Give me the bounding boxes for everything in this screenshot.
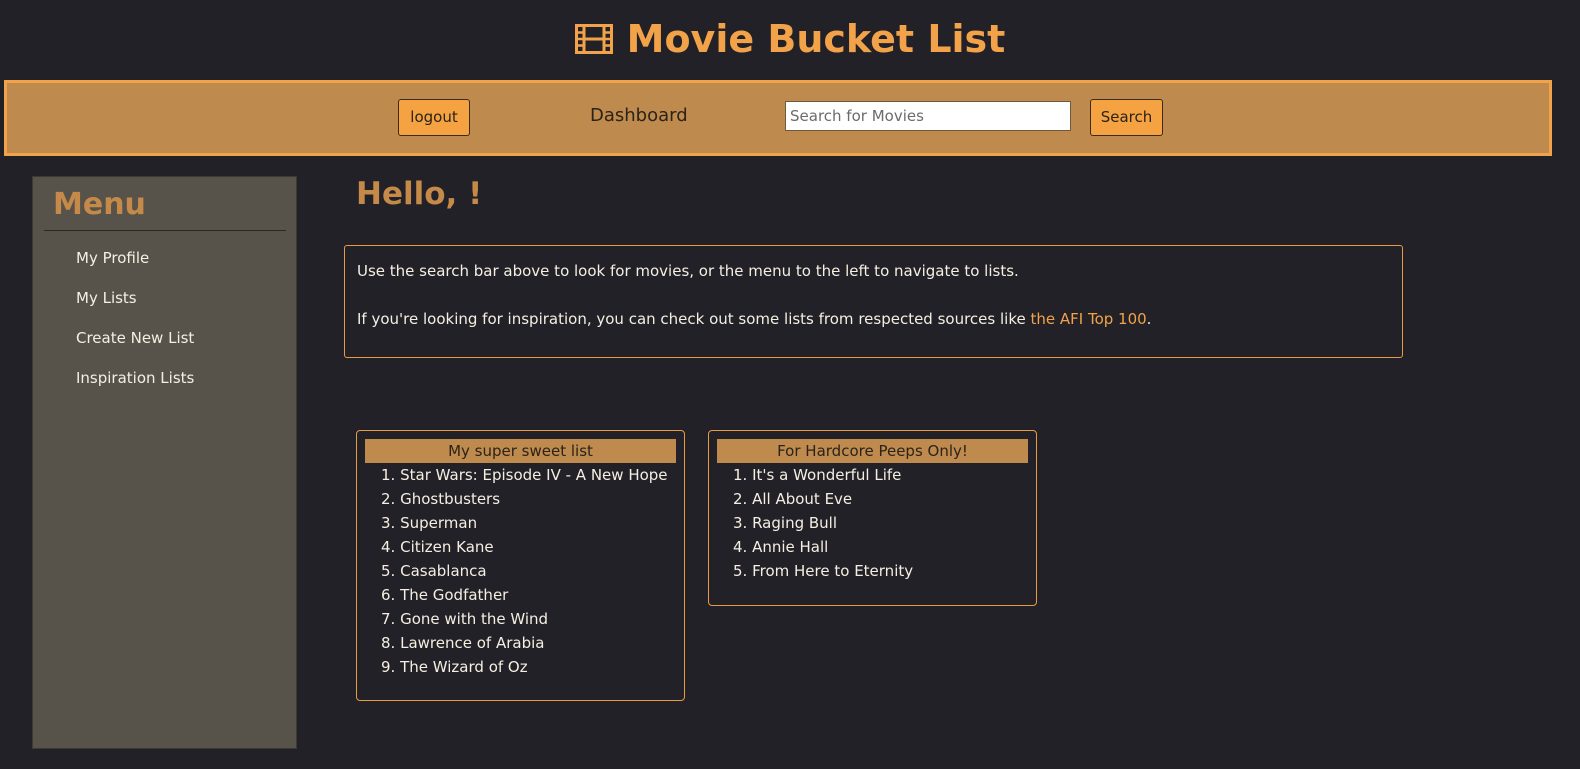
logout-button[interactable]: logout xyxy=(398,99,470,136)
movie-list-item[interactable]: 3. Superman xyxy=(381,511,668,535)
search-button[interactable]: Search xyxy=(1090,99,1163,136)
movie-title: Casablanca xyxy=(400,562,487,580)
menu-heading: Menu xyxy=(53,187,146,222)
movie-number: 6. xyxy=(381,586,401,604)
movie-title: Lawrence of Arabia xyxy=(400,634,545,652)
movie-title: Ghostbusters xyxy=(400,490,501,508)
movie-number: 2. xyxy=(733,490,753,508)
movie-title: From Here to Eternity xyxy=(752,562,914,580)
movie-number: 2. xyxy=(381,490,401,508)
movie-list-item[interactable]: 1. Star Wars: Episode IV - A New Hope xyxy=(381,463,668,487)
movie-number: 3. xyxy=(381,514,401,532)
movie-number: 1. xyxy=(381,466,401,484)
sidebar-item-my-profile[interactable]: My Profile xyxy=(76,249,149,267)
movie-title: Annie Hall xyxy=(752,538,829,556)
movie-list-item[interactable]: 2. All About Eve xyxy=(733,487,913,511)
movie-number: 1. xyxy=(733,466,753,484)
info-box: Use the search bar above to look for mov… xyxy=(344,245,1403,358)
navbar: logout Dashboard Search xyxy=(4,80,1552,156)
movie-title: It's a Wonderful Life xyxy=(752,466,902,484)
movie-number: 7. xyxy=(381,610,401,628)
movie-number: 3. xyxy=(733,514,753,532)
info-text-line2: If you're looking for inspiration, you c… xyxy=(357,310,1151,328)
movie-number: 9. xyxy=(381,658,401,676)
movie-list-item[interactable]: 5. Casablanca xyxy=(381,559,668,583)
movie-list-item[interactable]: 1. It's a Wonderful Life xyxy=(733,463,913,487)
movie-number: 4. xyxy=(733,538,753,556)
list-card: For Hardcore Peeps Only! 1. It's a Wonde… xyxy=(708,430,1037,606)
movie-list-item[interactable]: 5. From Here to Eternity xyxy=(733,559,913,583)
app-title-text: Movie Bucket List xyxy=(626,17,1006,61)
movie-list-item[interactable]: 7. Gone with the Wind xyxy=(381,607,668,631)
sidebar-menu: Menu My Profile My Lists Create New List… xyxy=(32,176,297,749)
movie-list-item[interactable]: 2. Ghostbusters xyxy=(381,487,668,511)
movie-title: Citizen Kane xyxy=(400,538,494,556)
movie-title: The Godfather xyxy=(400,586,509,604)
menu-divider xyxy=(44,230,286,231)
movie-list-item[interactable]: 3. Raging Bull xyxy=(733,511,913,535)
search-input[interactable] xyxy=(785,101,1071,131)
list-card: My super sweet list 1. Star Wars: Episod… xyxy=(356,430,685,701)
info-text-line1: Use the search bar above to look for mov… xyxy=(357,262,1019,280)
movie-number: 5. xyxy=(381,562,401,580)
movie-list: 1. It's a Wonderful Life 2. All About Eve… xyxy=(733,463,913,583)
movie-list: 1. Star Wars: Episode IV - A New Hope 2. … xyxy=(381,463,668,679)
movie-number: 5. xyxy=(733,562,753,580)
movie-title: Gone with the Wind xyxy=(400,610,549,628)
movie-title: Superman xyxy=(400,514,478,532)
movie-list-item[interactable]: 6. The Godfather xyxy=(381,583,668,607)
movie-title: The Wizard of Oz xyxy=(400,658,528,676)
movie-title: All About Eve xyxy=(752,490,853,508)
film-icon xyxy=(574,24,613,54)
dashboard-link[interactable]: Dashboard xyxy=(590,105,688,126)
movie-title: Star Wars: Episode IV - A New Hope xyxy=(400,466,668,484)
movie-number: 4. xyxy=(381,538,401,556)
movie-list-item[interactable]: 4. Citizen Kane xyxy=(381,535,668,559)
sidebar-item-create-new-list[interactable]: Create New List xyxy=(76,329,194,347)
info-text-line2-before: If you're looking for inspiration, you c… xyxy=(357,310,1031,328)
sidebar-item-my-lists[interactable]: My Lists xyxy=(76,289,137,307)
info-text-line2-after: . xyxy=(1146,310,1152,328)
list-title[interactable]: For Hardcore Peeps Only! xyxy=(717,439,1028,463)
list-title[interactable]: My super sweet list xyxy=(365,439,676,463)
afi-top-100-link[interactable]: the AFI Top 100 xyxy=(1030,310,1146,328)
sidebar-item-inspiration-lists[interactable]: Inspiration Lists xyxy=(76,369,194,387)
page-title: Hello, ! xyxy=(356,176,483,212)
app-title: Movie Bucket List xyxy=(0,14,1580,64)
movie-title: Raging Bull xyxy=(752,514,837,532)
movie-list-item[interactable]: 8. Lawrence of Arabia xyxy=(381,631,668,655)
movie-list-item[interactable]: 4. Annie Hall xyxy=(733,535,913,559)
movie-number: 8. xyxy=(381,634,401,652)
movie-list-item[interactable]: 9. The Wizard of Oz xyxy=(381,655,668,679)
